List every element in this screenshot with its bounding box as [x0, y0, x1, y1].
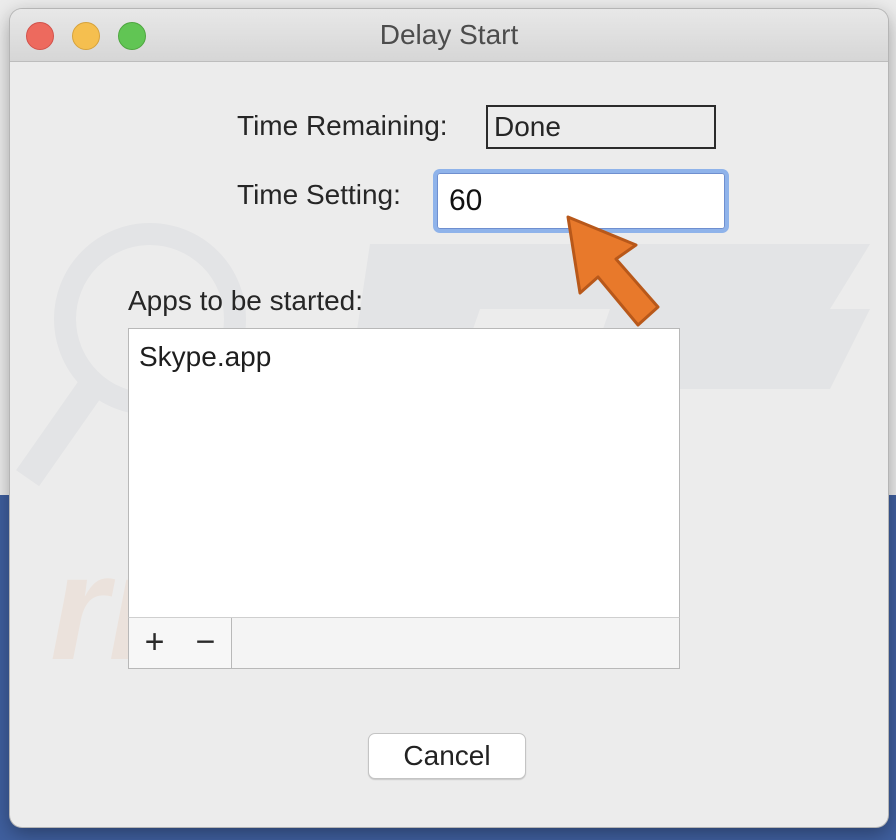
annotation-arrow-icon [566, 215, 660, 327]
time-remaining-field: Done [486, 105, 716, 149]
window-title: Delay Start [379, 19, 519, 50]
delay-start-window: Delay Start risk.com Time Remaining: Don… [10, 9, 888, 827]
apps-label: Apps to be started: [128, 285, 364, 316]
cancel-button[interactable]: Cancel [368, 733, 526, 779]
list-toolbar: + − [128, 617, 680, 669]
list-item[interactable]: Skype.app [139, 341, 271, 373]
add-app-button[interactable]: + [129, 618, 181, 668]
time-setting-label: Time Setting: [237, 179, 401, 210]
time-remaining-label: Time Remaining: [237, 110, 448, 141]
apps-list[interactable]: Skype.app [128, 328, 680, 618]
title-bar[interactable]: Delay Start [10, 9, 888, 62]
remove-app-button[interactable]: − [180, 618, 232, 668]
